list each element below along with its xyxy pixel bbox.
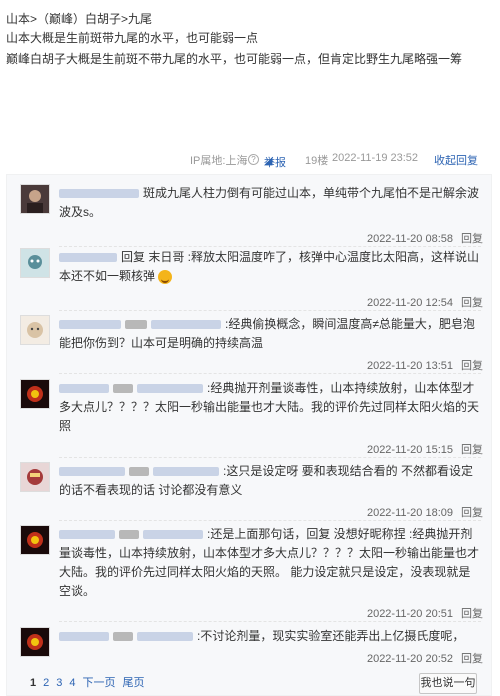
avatar[interactable] xyxy=(20,462,50,492)
username[interactable] xyxy=(59,253,117,263)
avatar[interactable] xyxy=(20,379,50,409)
post-meta-row: IP属地:上海 ? ◢ 举报 19楼 2022-11-19 23:52 收起回复 xyxy=(190,152,478,169)
divider xyxy=(59,621,481,623)
laughing-emoji-icon xyxy=(158,269,173,284)
reply-to-label xyxy=(129,467,149,477)
post-breadcrumb: 山本>（巅峰）白胡子>九尾 xyxy=(6,12,153,26)
avatar[interactable] xyxy=(20,525,50,555)
username[interactable] xyxy=(59,632,109,642)
post-time: 2022-11-19 23:52 xyxy=(332,152,419,164)
reply-to-username[interactable] xyxy=(143,530,203,540)
reply-to-username[interactable] xyxy=(151,320,221,330)
divider xyxy=(59,520,481,522)
sub-reply-time: 2022-11-20 18:09 xyxy=(366,507,453,519)
sub-reply-time: 2022-11-20 20:51 xyxy=(366,608,453,620)
username[interactable] xyxy=(59,467,125,477)
reply-to-label xyxy=(113,632,133,642)
sub-reply-content: :经典偷换概念，瞬间温度高≠总能量大，肥皂泡能把你伤到？山本可是明确的持续高温 xyxy=(59,317,475,350)
page-link[interactable]: 4 xyxy=(69,677,75,689)
sub-reply-content: :经典抛开剂量谈毒性，山本持续放射，山本体型才多大点儿？？？？太阳一秒输出能量也… xyxy=(59,381,480,433)
sub-reply-pager: 1 2 3 4 下一页 尾页 xyxy=(30,674,152,690)
username[interactable] xyxy=(59,320,121,330)
reply-button[interactable]: 回复 xyxy=(461,444,483,456)
add-reply-button[interactable]: 我也说一句 xyxy=(419,673,477,694)
sub-reply-content: :还是上面那句话，回复 没想好昵称捏 :经典抛开剂量谈毒性，山本持续放射，山本体… xyxy=(59,527,480,598)
reply-to-label xyxy=(125,320,147,330)
sub-reply-content: 回复 末日哥 :释放太阳温度咋了，核弹中心温度比太阳高，这样说山本还不如一颗核弹 xyxy=(59,250,480,284)
divider xyxy=(59,457,481,459)
avatar[interactable] xyxy=(20,184,50,214)
reply-to-username[interactable] xyxy=(153,467,219,477)
divider xyxy=(59,373,481,375)
reply-button[interactable]: 回复 xyxy=(461,507,483,519)
ip-location: IP属地:上海 xyxy=(190,155,248,167)
sub-reply-footer: 2022-11-20 08:58 回复 xyxy=(367,230,483,246)
username[interactable] xyxy=(59,189,139,199)
reply-to-username[interactable] xyxy=(137,632,193,642)
post-line-1: 山本大概是生前斑带九尾的水平，也可能弱一点 xyxy=(6,31,259,45)
sub-reply-time: 2022-11-20 15:15 xyxy=(366,444,453,456)
sub-reply-footer: 2022-11-20 18:09 回复 xyxy=(367,504,483,520)
sub-reply-list: 斑成九尾人柱力倒有可能过山本，单纯带个九尾怕不是卍解余波波及s。 2022-11… xyxy=(6,174,492,696)
next-page-link[interactable]: 下一页 xyxy=(83,677,116,689)
sub-reply-content: 斑成九尾人柱力倒有可能过山本，单纯带个九尾怕不是卍解余波波及s。 xyxy=(59,186,480,219)
reply-to-label xyxy=(119,530,139,540)
reply-button[interactable]: 回复 xyxy=(461,297,483,309)
reply-to-username[interactable] xyxy=(137,384,203,394)
sub-reply-content: :不讨论剂量，现实实验室还能弄出上亿摄氏度呢， xyxy=(59,627,479,646)
sub-reply-time: 2022-11-20 20:52 xyxy=(366,653,453,665)
sub-reply-footer: 2022-11-20 20:52 回复 xyxy=(367,650,483,666)
sub-reply-footer: 2022-11-20 15:15 回复 xyxy=(367,441,483,457)
divider xyxy=(59,310,481,312)
avatar[interactable] xyxy=(20,248,50,278)
username[interactable] xyxy=(59,384,109,394)
collapse-replies-link[interactable]: 收起回复 xyxy=(434,152,478,168)
post-line-2: 巅峰白胡子大概是生前斑不带九尾的水平，也可能弱一点，但肯定比野生九尾略强一筹 xyxy=(6,52,463,66)
sub-reply-content: :这只是设定呀 要和表现结合看的 不然都看设定的话不看表现的话 讨论都没有意义 xyxy=(59,464,474,497)
sub-reply-time: 2022-11-20 08:58 xyxy=(366,233,453,245)
sub-reply-time: 2022-11-20 13:51 xyxy=(366,360,453,372)
sub-reply-footer: 2022-11-20 13:51 回复 xyxy=(367,357,483,373)
last-page-link[interactable]: 尾页 xyxy=(123,677,145,689)
reply-button[interactable]: 回复 xyxy=(461,233,483,245)
reply-button[interactable]: 回复 xyxy=(461,608,483,620)
avatar[interactable] xyxy=(20,315,50,345)
floor-number: 19楼 xyxy=(305,155,329,167)
reply-button[interactable]: 回复 xyxy=(461,360,483,372)
page-link[interactable]: 3 xyxy=(56,677,62,689)
reply-button[interactable]: 回复 xyxy=(461,653,483,665)
reply-to-label xyxy=(113,384,133,394)
page-link-current: 1 xyxy=(30,677,37,689)
page-link[interactable]: 2 xyxy=(43,677,49,689)
avatar[interactable] xyxy=(20,627,50,657)
sub-reply-footer: 2022-11-20 12:54 回复 xyxy=(367,294,483,310)
sub-reply-footer: 2022-11-20 20:51 回复 xyxy=(367,605,483,621)
username[interactable] xyxy=(59,530,115,540)
sub-reply-time: 2022-11-20 12:54 xyxy=(366,297,453,309)
